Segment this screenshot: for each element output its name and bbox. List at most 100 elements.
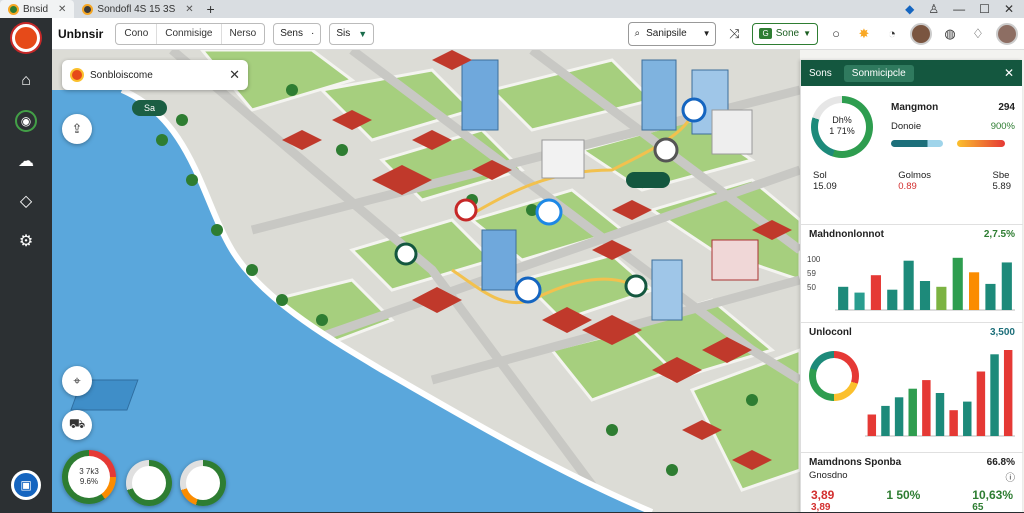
chart1-bars: [835, 257, 1015, 311]
lightbulb-icon[interactable]: ◔: [882, 26, 902, 41]
chart-bar[interactable]: [894, 397, 904, 436]
notifications-icon[interactable]: ♢: [968, 26, 988, 42]
footer-stat-value: 3,89: [811, 488, 835, 502]
gauge-1: 3 7k3 9.6%: [62, 450, 116, 504]
chevron-down-icon: ▼: [803, 29, 811, 38]
bookmark-icon[interactable]: ◇: [15, 190, 37, 212]
donut-sub: 1 71%: [829, 126, 855, 136]
chart-bar[interactable]: [922, 380, 931, 436]
avatar[interactable]: [910, 22, 932, 45]
metric1-label: Mangmon: [891, 102, 939, 113]
globe-icon[interactable]: ◍: [940, 26, 960, 42]
close-icon[interactable]: ✕: [1004, 66, 1014, 80]
view-badge: G: [759, 28, 772, 39]
chart-bar[interactable]: [854, 292, 865, 310]
gauge-sub: 9.6%: [79, 477, 99, 486]
minimize-button[interactable]: —: [953, 2, 965, 16]
footer-stat-sub: 3,89: [811, 502, 831, 513]
app-window: ⌂ ◉ ☁ ◇ ⚙ ▣ Unbnsir Cono Conmisige Nerso…: [0, 18, 1024, 513]
extension-icon[interactable]: ◆: [905, 2, 914, 16]
share-button[interactable]: ⇪: [62, 114, 92, 144]
chart-bar[interactable]: [952, 257, 963, 310]
dropdown-value: ·: [310, 28, 315, 39]
site-favicon: [82, 3, 94, 15]
chart-bar[interactable]: [985, 283, 996, 310]
app-title: Unbnsir: [58, 26, 104, 41]
search-icon: ⌕: [634, 28, 641, 39]
chart-bar[interactable]: [976, 371, 986, 437]
y-tick: 59: [807, 269, 816, 278]
circle-icon[interactable]: ○: [826, 26, 846, 41]
area-dropdown[interactable]: Sis ▼: [329, 22, 375, 45]
settings-icon[interactable]: ⚙: [15, 230, 37, 252]
avatar[interactable]: [996, 22, 1018, 45]
metric2-value: 900%: [990, 121, 1015, 132]
metric2-label: Donoie: [891, 121, 922, 132]
close-icon[interactable]: ✕: [229, 67, 240, 83]
account-icon[interactable]: ▣: [11, 470, 41, 500]
chart-bar[interactable]: [949, 410, 958, 436]
home-icon[interactable]: ⌂: [15, 70, 37, 92]
chevron-down-icon: ▼: [358, 28, 368, 39]
profile-icon[interactable]: ♙: [928, 2, 939, 16]
close-tab-icon[interactable]: ✕: [185, 4, 193, 15]
browser-tab-2[interactable]: Sondofl 4S 15 3S ✕: [74, 0, 201, 18]
shuffle-icon[interactable]: ⤨: [724, 26, 744, 42]
chart-bar[interactable]: [963, 401, 972, 436]
chart1-title: Mahdnonlonnot: [809, 229, 884, 240]
view-button[interactable]: G Sone ▼: [752, 22, 818, 45]
locate-button[interactable]: ⌖: [62, 366, 92, 396]
footer-section: Mamdnons Sponba 66.8% Gnosdno ⓘ 3,89 3,89 1…: [801, 452, 1023, 513]
chart2-value: 3,500: [989, 327, 1015, 338]
view-button-label: Sone: [775, 28, 800, 39]
close-window-button[interactable]: ✕: [1004, 2, 1014, 16]
footer-stat-value: 1 50%: [886, 488, 921, 502]
dropdown-label: Sis: [336, 28, 351, 39]
segment-3[interactable]: Nerso: [222, 24, 265, 44]
y-tick: 100: [807, 255, 821, 264]
panel-tab-1[interactable]: Sons: [809, 68, 832, 79]
panel-tab-2[interactable]: Sonmicipcle: [843, 64, 914, 82]
city-map[interactable]: Sonbloiscome ✕ Sa ⇪ ⌖ ⛟ 3 7k3 9.6%: [52, 50, 800, 512]
maximize-button[interactable]: ☐: [979, 2, 990, 16]
layers-icon[interactable]: ☁: [15, 150, 37, 172]
chart-bar[interactable]: [936, 286, 947, 310]
chart-bar[interactable]: [919, 281, 931, 310]
chart-bar[interactable]: [838, 286, 849, 310]
browser-tab-1[interactable]: Bnsid ✕: [0, 0, 75, 18]
location-search-text: Sonbloiscome: [90, 69, 153, 81]
chart-bar[interactable]: [903, 260, 914, 310]
car-button[interactable]: ⛟: [62, 410, 92, 440]
info-icon[interactable]: ⓘ: [1005, 470, 1015, 484]
y-tick: 50: [807, 283, 816, 292]
chart2-section: Unloconl 3,500: [801, 322, 1023, 442]
close-tab-icon[interactable]: ✕: [58, 4, 66, 15]
segment-1[interactable]: Cono: [116, 23, 158, 44]
activity-icon[interactable]: ◉: [15, 110, 37, 132]
summary-donut: Dh% 1 71%: [811, 96, 873, 158]
chart-bar[interactable]: [870, 275, 881, 310]
location-search-card[interactable]: Sonbloiscome ✕: [62, 60, 248, 90]
gauge-2: [126, 460, 172, 506]
chart-bar[interactable]: [1003, 350, 1013, 436]
chart-bar[interactable]: [908, 388, 917, 436]
chart-bar[interactable]: [935, 393, 945, 436]
chart-bar[interactable]: [867, 414, 877, 437]
chart-bar[interactable]: [969, 272, 980, 310]
chart-bar[interactable]: [887, 289, 898, 310]
segment-2[interactable]: Conmisige: [157, 23, 222, 44]
chart-bar[interactable]: [881, 405, 890, 436]
search-input[interactable]: ⌕ Sanipsile ▼: [628, 21, 717, 46]
left-rail: ⌂ ◉ ☁ ◇ ⚙ ▣: [0, 18, 52, 512]
new-tab-button[interactable]: +: [202, 1, 220, 17]
filter-dropdown[interactable]: Sens ·: [273, 22, 322, 45]
chart-bar[interactable]: [1001, 262, 1012, 310]
filter-chip[interactable]: Sa: [132, 100, 168, 116]
site-favicon: [8, 3, 19, 15]
star-icon[interactable]: ✸: [854, 26, 874, 42]
footer-stat-sub: 65: [972, 502, 984, 513]
chart-bar[interactable]: [990, 354, 999, 436]
chevron-down-icon: ▼: [702, 29, 711, 38]
chart2-bars: [865, 350, 1015, 437]
map-canvas[interactable]: [52, 50, 800, 512]
